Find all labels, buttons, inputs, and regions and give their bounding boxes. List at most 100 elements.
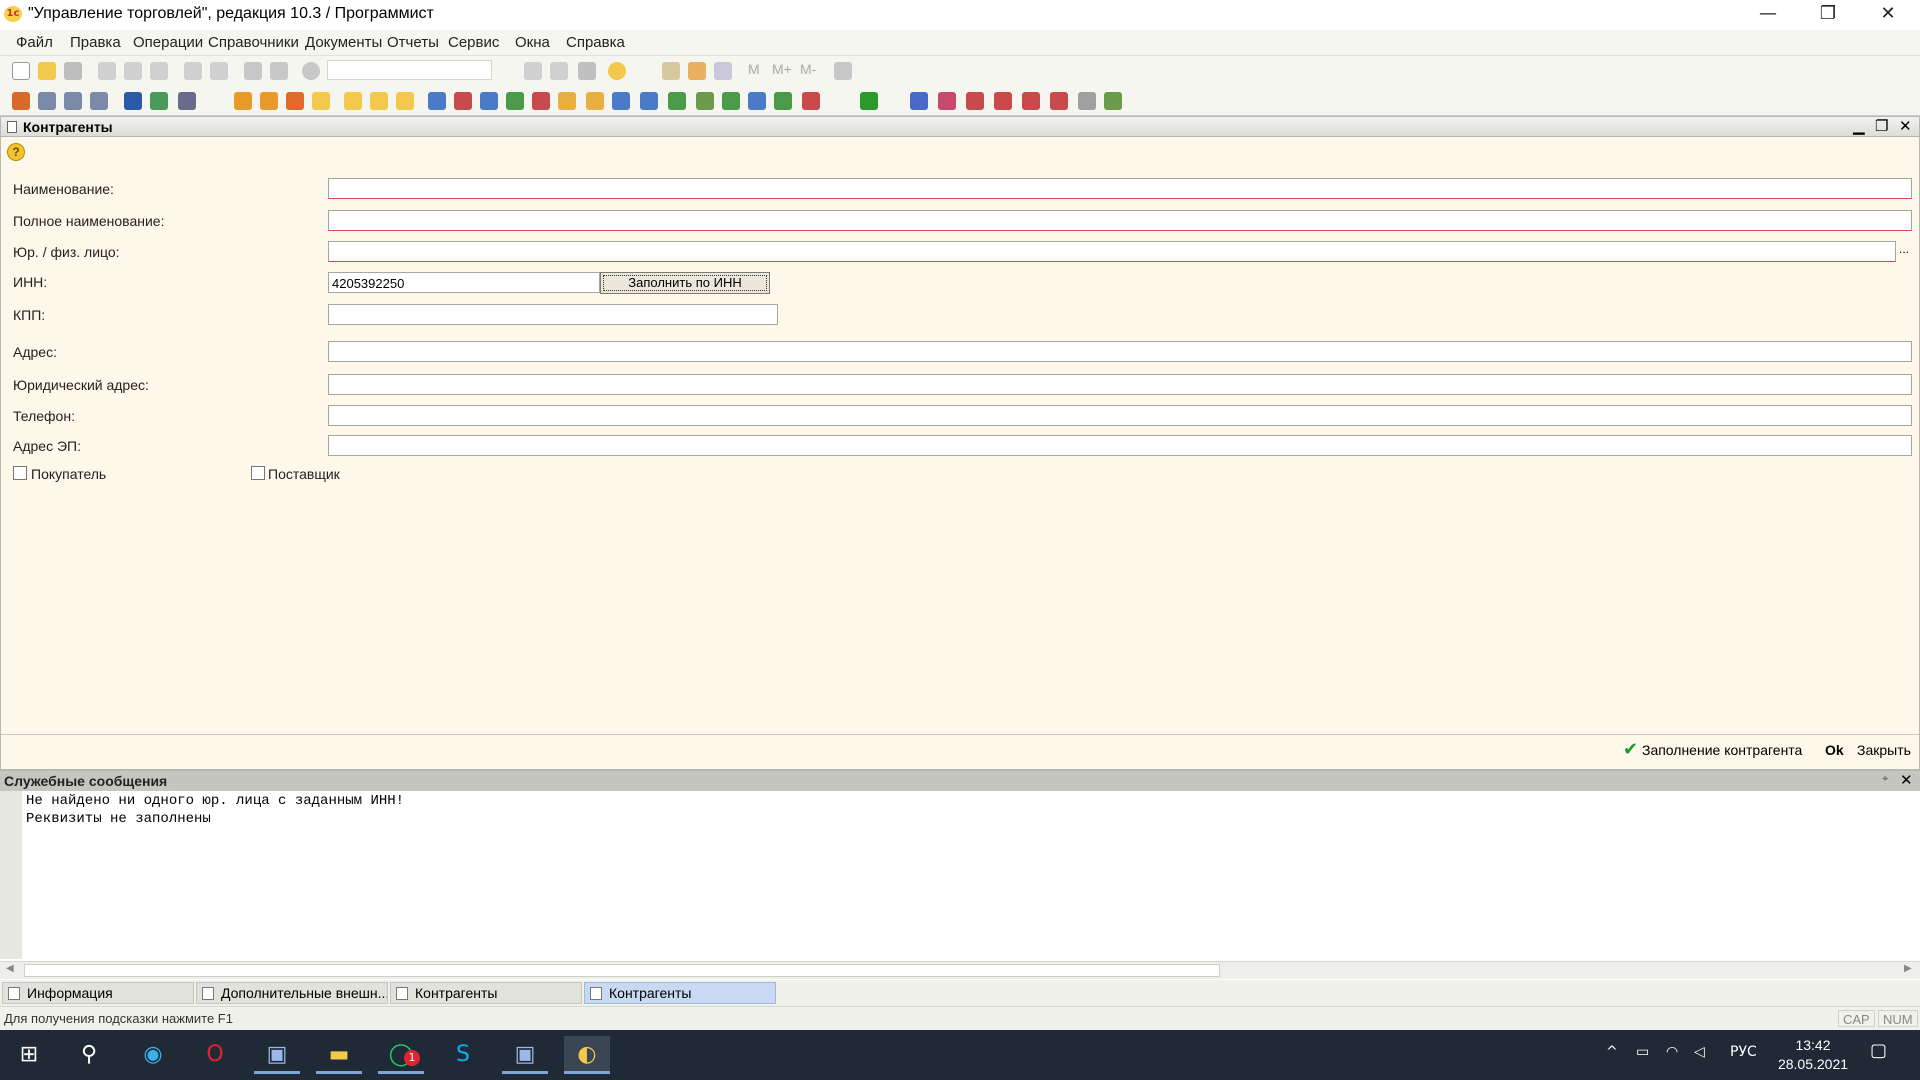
fill-by-inn-button[interactable]: Заполнить по ИНН	[600, 272, 770, 294]
messages-horizontal-scrollbar[interactable]: ◀ ▶	[0, 961, 1920, 979]
menu-file[interactable]: Файл	[16, 34, 53, 51]
preview-icon[interactable]	[210, 62, 228, 80]
skype-icon[interactable]: S	[440, 1036, 486, 1074]
memory-plus-button[interactable]: M+	[772, 61, 792, 77]
calculator-icon[interactable]	[662, 62, 680, 80]
bank-2-icon[interactable]	[640, 92, 658, 110]
fill-counterparty-button[interactable]: ✔ Заполнение контрагента	[1623, 739, 1802, 760]
redo-icon[interactable]	[270, 62, 288, 80]
close-form-button[interactable]: Закрыть	[1857, 742, 1911, 758]
menu-help[interactable]: Справка	[566, 34, 625, 51]
form-minimize-button[interactable]: ▁	[1853, 117, 1865, 135]
restore-button[interactable]: ❐	[1800, 0, 1856, 30]
settings-icon[interactable]	[178, 92, 196, 110]
info-icon[interactable]	[608, 62, 626, 80]
help-icon[interactable]: ?	[7, 143, 25, 161]
menu-service[interactable]: Сервис	[448, 34, 499, 51]
transfer-2-icon[interactable]	[506, 92, 524, 110]
bank-icon[interactable]	[612, 92, 630, 110]
find-prev-icon[interactable]	[550, 62, 568, 80]
minimize-button[interactable]: —	[1740, 0, 1796, 30]
scrollbar-thumb[interactable]	[24, 964, 1220, 977]
tab-information[interactable]: Информация	[2, 982, 194, 1004]
form-maximize-button[interactable]: ❐	[1875, 117, 1888, 135]
exchange-2-icon[interactable]	[938, 92, 956, 110]
menu-operations[interactable]: Операции	[133, 34, 203, 51]
journal-icon[interactable]	[38, 92, 56, 110]
notifications-icon[interactable]: ▢	[1870, 1040, 1887, 1061]
volume-icon[interactable]: ◁	[1694, 1044, 1705, 1060]
print-icon[interactable]	[184, 62, 202, 80]
receipt-2-icon[interactable]	[454, 92, 472, 110]
supplier-checkbox[interactable]	[251, 466, 265, 480]
report-3-icon[interactable]	[802, 92, 820, 110]
find-icon[interactable]	[302, 62, 320, 80]
memory-minus-button[interactable]: M-	[800, 61, 816, 77]
scroll-right-icon[interactable]: ▶	[1904, 963, 1912, 974]
receipt-icon[interactable]	[428, 92, 446, 110]
tools-icon[interactable]	[834, 62, 852, 80]
check-icon[interactable]	[722, 92, 740, 110]
explorer-icon[interactable]: ▬	[316, 1036, 362, 1074]
new-icon[interactable]	[12, 62, 30, 80]
remote-desktop-icon[interactable]: ▣	[254, 1036, 300, 1074]
cash-icon[interactable]	[586, 92, 604, 110]
coins-icon[interactable]	[558, 92, 576, 110]
money-icon[interactable]	[396, 92, 414, 110]
report-icon[interactable]	[748, 92, 766, 110]
exchange-6-icon[interactable]	[1050, 92, 1068, 110]
pin-icon[interactable]: ⌖	[1882, 773, 1888, 786]
search-icon[interactable]: ⚲	[66, 1036, 112, 1074]
tray-expand-icon[interactable]: ^	[1606, 1044, 1618, 1060]
cut-icon[interactable]	[98, 62, 116, 80]
report-2-icon[interactable]	[774, 92, 792, 110]
scroll-left-icon[interactable]: ◀	[6, 963, 14, 974]
clock[interactable]: 13:42 28.05.2021	[1768, 1036, 1858, 1074]
undo-icon[interactable]	[244, 62, 262, 80]
find-next-icon[interactable]	[524, 62, 542, 80]
buyer-checkbox[interactable]	[13, 466, 27, 480]
battery-icon[interactable]: ▭	[1636, 1044, 1649, 1060]
export-icon[interactable]	[860, 92, 878, 110]
windows-icon[interactable]	[578, 62, 596, 80]
warehouse-2-icon[interactable]	[370, 92, 388, 110]
1c-icon[interactable]: ◐	[564, 1036, 610, 1074]
tab-additional-external[interactable]: Дополнительные внешн...	[196, 982, 388, 1004]
legal-address-field[interactable]	[328, 374, 1912, 395]
nomenclature-icon[interactable]	[150, 92, 168, 110]
bank-3-icon[interactable]	[668, 92, 686, 110]
full-name-field[interactable]	[328, 210, 1912, 231]
opera-icon[interactable]: O	[192, 1036, 238, 1074]
warehouse-icon[interactable]	[344, 92, 362, 110]
exchange-5-icon[interactable]	[1022, 92, 1040, 110]
email-field[interactable]	[328, 435, 1912, 456]
edge-icon[interactable]: ◉	[130, 1036, 176, 1074]
journal-3-icon[interactable]	[90, 92, 108, 110]
language-indicator[interactable]: РУС	[1730, 1044, 1757, 1060]
calendar-icon[interactable]	[688, 62, 706, 80]
payment-icon[interactable]	[312, 92, 330, 110]
messages-close-button[interactable]: ✕	[1900, 771, 1913, 789]
close-window-button[interactable]: ✕	[1860, 0, 1916, 30]
menu-reports[interactable]: Отчеты	[387, 34, 439, 51]
remote-desktop-2-icon[interactable]: ▣	[502, 1036, 548, 1074]
exchange-3-icon[interactable]	[966, 92, 984, 110]
address-field[interactable]	[328, 341, 1912, 362]
journal-2-icon[interactable]	[64, 92, 82, 110]
counterparties-icon[interactable]	[124, 92, 142, 110]
legal-type-ellipsis-button[interactable]: ...	[1896, 242, 1912, 261]
users-icon[interactable]	[714, 62, 732, 80]
legal-type-field[interactable]	[328, 241, 1896, 262]
paste-icon[interactable]	[150, 62, 168, 80]
menu-documents[interactable]: Документы	[305, 34, 382, 51]
memory-m-button[interactable]: M	[748, 61, 760, 77]
start-icon[interactable]: ⊞	[6, 1036, 52, 1074]
toolbar-search-input[interactable]	[327, 60, 492, 80]
open-icon[interactable]	[38, 62, 56, 80]
copy-icon[interactable]	[124, 62, 142, 80]
whatsapp-icon[interactable]: ◯ 1	[378, 1036, 424, 1074]
name-field[interactable]	[328, 178, 1912, 199]
kpp-field[interactable]	[328, 304, 778, 325]
inn-field[interactable]: 4205392250	[328, 272, 600, 293]
transfer-icon[interactable]	[480, 92, 498, 110]
